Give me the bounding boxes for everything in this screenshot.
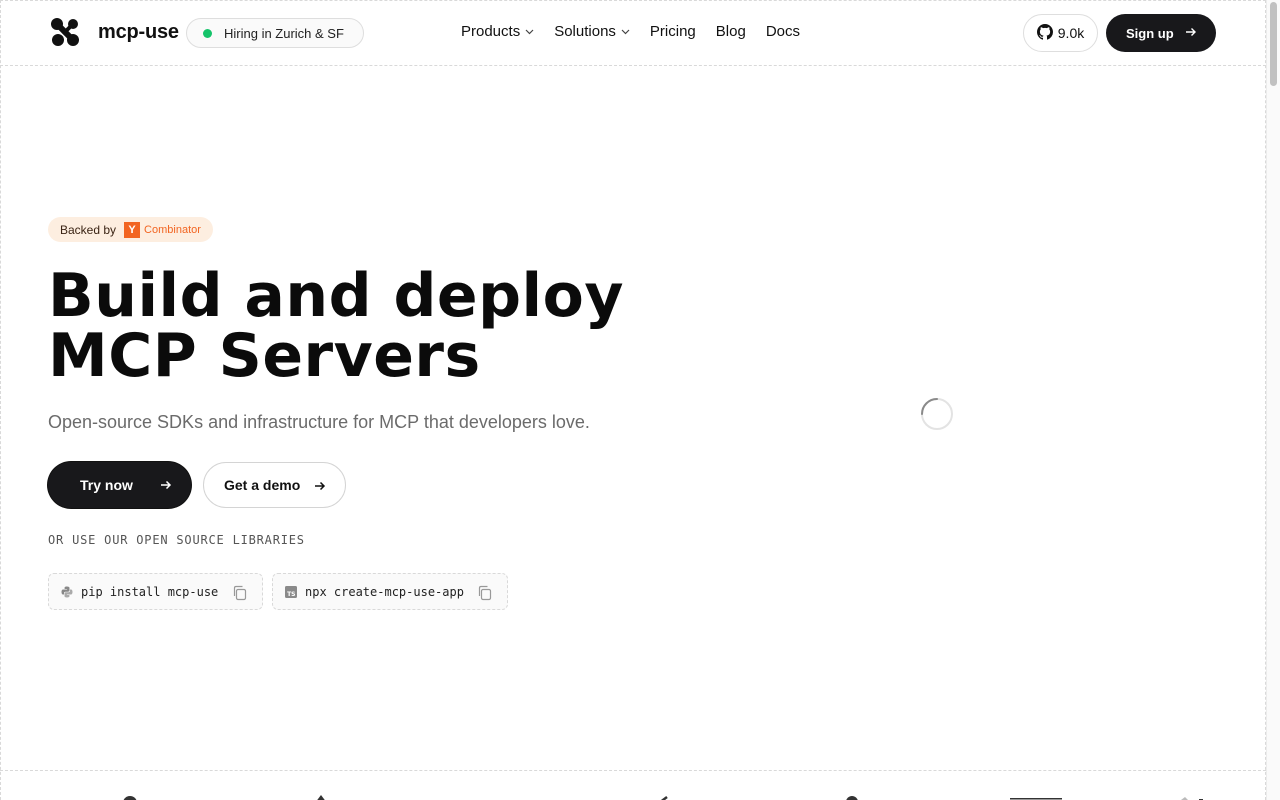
nav-docs[interactable]: Docs bbox=[766, 23, 800, 40]
nav-blog-label: Blog bbox=[715, 23, 746, 40]
nav-products[interactable]: Products bbox=[461, 23, 534, 40]
try-now-label: Try now bbox=[80, 477, 133, 493]
signup-label: Sign up bbox=[1126, 25, 1174, 41]
status-dot-icon bbox=[203, 28, 212, 38]
brand-link[interactable]: mcp-use bbox=[50, 17, 179, 47]
libraries-label: OR USE OUR OPEN SOURCE LIBRARIES bbox=[48, 533, 305, 547]
scrollbar-thumb[interactable] bbox=[1270, 2, 1277, 86]
arrow-right-icon bbox=[313, 479, 327, 496]
page-title: Build and deploy MCP Servers bbox=[48, 266, 624, 386]
loading-spinner-icon bbox=[920, 397, 954, 431]
typescript-icon: TS bbox=[285, 585, 297, 598]
get-demo-button[interactable]: Get a demo bbox=[203, 462, 346, 508]
install-command-typescript[interactable]: TS npx create-mcp-use-app bbox=[272, 573, 508, 610]
github-icon bbox=[1036, 23, 1058, 43]
copy-icon[interactable] bbox=[477, 585, 493, 604]
main-nav: Products Solutions Pricing Blog Docs bbox=[461, 23, 820, 40]
github-stars-button[interactable]: 9.0k bbox=[1023, 14, 1098, 52]
install-command-python[interactable]: pip install mcp-use bbox=[48, 573, 263, 610]
arrow-right-icon bbox=[1184, 25, 1198, 42]
hiring-pill[interactable]: Hiring in Zurich & SF bbox=[186, 18, 364, 48]
svg-text:TS: TS bbox=[287, 591, 295, 598]
brand-name: mcp-use bbox=[98, 20, 179, 43]
yc-badge: Backed by Y Combinator bbox=[48, 217, 213, 242]
partner-logo bbox=[1175, 790, 1215, 800]
copy-icon[interactable] bbox=[232, 585, 248, 604]
yc-name: Combinator bbox=[144, 223, 201, 236]
nav-products-label: Products bbox=[461, 23, 521, 40]
get-demo-label: Get a demo bbox=[224, 477, 301, 493]
github-stars-count: 9.0k bbox=[1057, 25, 1085, 41]
page-frame bbox=[0, 0, 1266, 800]
chevron-down-icon bbox=[525, 27, 534, 38]
install-command-text: npx create-mcp-use-app bbox=[305, 584, 464, 599]
page-subtitle: Open-source SDKs and infrastructure for … bbox=[48, 412, 590, 432]
page-scrollbar[interactable] bbox=[1266, 0, 1280, 800]
arrow-right-icon bbox=[159, 478, 173, 495]
install-command-text: pip install mcp-use bbox=[81, 584, 219, 599]
partner-logo bbox=[505, 790, 555, 800]
hiring-label: Hiring in Zurich & SF bbox=[224, 25, 344, 41]
nav-solutions[interactable]: Solutions bbox=[554, 23, 630, 40]
nav-pricing[interactable]: Pricing bbox=[650, 23, 696, 40]
yc-logo-icon: Y bbox=[124, 221, 141, 238]
python-icon bbox=[61, 586, 73, 598]
nav-pricing-label: Pricing bbox=[649, 23, 696, 40]
partner-logo bbox=[312, 790, 372, 800]
title-line-2: MCP Servers bbox=[48, 321, 481, 391]
partner-logo bbox=[122, 790, 192, 800]
signup-button[interactable]: Sign up bbox=[1106, 14, 1216, 52]
chevron-down-icon bbox=[621, 27, 630, 38]
nav-docs-label: Docs bbox=[765, 23, 800, 40]
mcp-use-logo-icon bbox=[50, 17, 80, 47]
logos-divider bbox=[0, 770, 1266, 771]
site-header: mcp-use Hiring in Zurich & SF Products S… bbox=[0, 0, 1266, 66]
partner-logo bbox=[840, 790, 890, 800]
nav-blog[interactable]: Blog bbox=[716, 23, 746, 40]
try-now-button[interactable]: Try now bbox=[48, 462, 191, 508]
nav-solutions-label: Solutions bbox=[554, 23, 616, 40]
partner-logo bbox=[655, 790, 685, 800]
badge-prefix: Backed by bbox=[60, 222, 117, 237]
partner-logo bbox=[1010, 790, 1065, 800]
